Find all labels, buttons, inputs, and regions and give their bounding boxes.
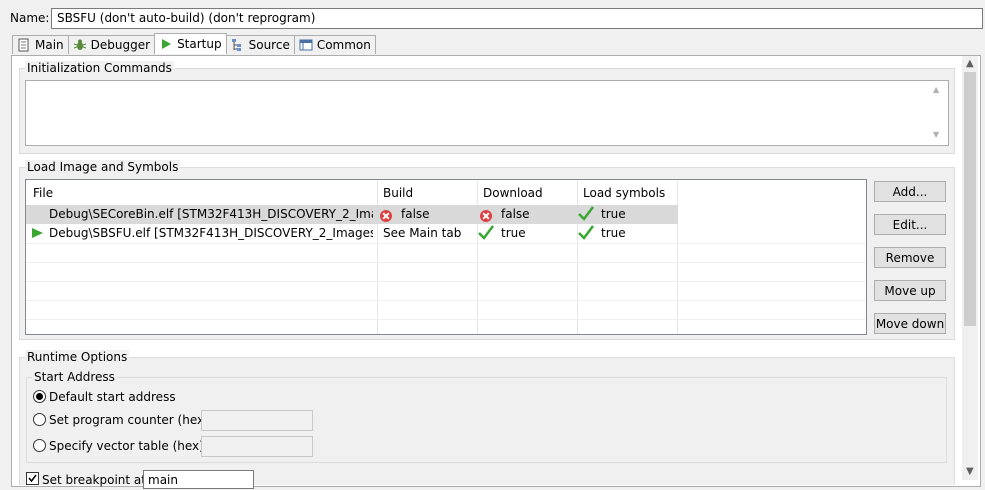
- add-button[interactable]: Add...: [874, 181, 946, 202]
- tab-label: Common: [316, 38, 371, 52]
- tab-main[interactable]: Main: [12, 35, 69, 54]
- tab-label: Source: [248, 38, 290, 52]
- tab-bar: Main Debugger Startup Source Common: [12, 33, 376, 55]
- scrollbar-thumb[interactable]: [964, 72, 976, 326]
- tab-label: Main: [35, 38, 64, 52]
- init-commands-title: Initialization Commands: [25, 61, 174, 75]
- textarea-scroll-down-icon[interactable]: ▼: [933, 130, 939, 139]
- edit-button[interactable]: Edit...: [874, 214, 946, 235]
- play-icon: [31, 227, 45, 242]
- init-commands-textarea[interactable]: [25, 80, 949, 146]
- load-image-title: Load Image and Symbols: [25, 160, 181, 174]
- column-divider: [677, 180, 678, 334]
- tab-label: Startup: [177, 37, 222, 51]
- row-divider: [26, 300, 866, 301]
- load-image-table[interactable]: File Build Download Load symbols Debug\S…: [25, 179, 867, 335]
- row-build: false: [401, 207, 430, 221]
- row-download: true: [501, 226, 526, 240]
- column-divider: [477, 180, 478, 334]
- set-breakpoint-checkbox[interactable]: [26, 472, 39, 485]
- tab-common[interactable]: Common: [293, 35, 376, 54]
- row-download: false: [501, 207, 530, 221]
- row-symbols: true: [601, 207, 626, 221]
- vector-table-input[interactable]: [201, 436, 313, 457]
- set-breakpoint-label: Set breakpoint at:: [42, 473, 151, 487]
- column-header-build[interactable]: Build: [383, 186, 413, 200]
- scroll-up-icon[interactable]: ▲: [966, 58, 974, 69]
- row-build: See Main tab: [383, 226, 462, 240]
- column-header-download[interactable]: Download: [483, 186, 543, 200]
- vector-table-radio[interactable]: [33, 439, 46, 452]
- tab-startup[interactable]: Startup: [154, 33, 227, 54]
- column-divider: [377, 180, 378, 334]
- program-counter-input[interactable]: [201, 410, 313, 431]
- table-row[interactable]: Debug\SBSFU.elf [STM32F413H_DISCOVERY_2_…: [26, 224, 678, 243]
- move-up-button[interactable]: Move up: [874, 280, 946, 301]
- check-icon: [477, 224, 495, 243]
- start-address-title: Start Address: [32, 370, 117, 384]
- breakpoint-input[interactable]: main: [143, 470, 254, 489]
- name-input[interactable]: SBSFU (don't auto-build) (don't reprogra…: [51, 8, 983, 29]
- common-icon: [299, 38, 313, 52]
- tab-source[interactable]: Source: [225, 35, 295, 54]
- play-icon: [159, 37, 173, 51]
- runtime-options-title: Runtime Options: [25, 350, 130, 364]
- move-down-button[interactable]: Move down: [874, 313, 946, 334]
- document-icon: [17, 38, 31, 52]
- check-icon: [577, 205, 595, 224]
- row-file: Debug\SECoreBin.elf [STM32F413H_DISCOVER…: [49, 207, 373, 221]
- row-divider: [26, 319, 866, 320]
- row-file: Debug\SBSFU.elf [STM32F413H_DISCOVERY_2_…: [49, 226, 373, 240]
- name-label: Name:: [10, 11, 50, 25]
- tab-debugger[interactable]: Debugger: [67, 35, 156, 54]
- default-start-radio[interactable]: [33, 390, 46, 403]
- program-counter-radio[interactable]: [33, 413, 46, 426]
- textarea-scroll-up-icon[interactable]: ▲: [933, 85, 939, 94]
- row-divider: [26, 281, 866, 282]
- error-icon: [380, 208, 392, 222]
- error-icon: [480, 208, 492, 222]
- table-row[interactable]: Debug\SECoreBin.elf [STM32F413H_DISCOVER…: [26, 205, 678, 224]
- source-icon: [231, 38, 245, 52]
- column-header-load-symbols[interactable]: Load symbols: [583, 186, 665, 200]
- vector-table-label: Specify vector table (hex):: [49, 439, 208, 453]
- default-start-label: Default start address: [49, 390, 176, 404]
- row-divider: [26, 243, 866, 244]
- bug-icon: [73, 38, 87, 52]
- remove-button[interactable]: Remove: [874, 247, 946, 268]
- program-counter-label: Set program counter (hex):: [49, 413, 213, 427]
- row-symbols: true: [601, 226, 626, 240]
- scroll-down-icon[interactable]: ▼: [966, 466, 974, 477]
- column-divider: [577, 180, 578, 334]
- check-icon: [577, 224, 595, 243]
- tab-label: Debugger: [90, 38, 151, 52]
- column-header-file[interactable]: File: [33, 186, 53, 200]
- row-divider: [26, 262, 866, 263]
